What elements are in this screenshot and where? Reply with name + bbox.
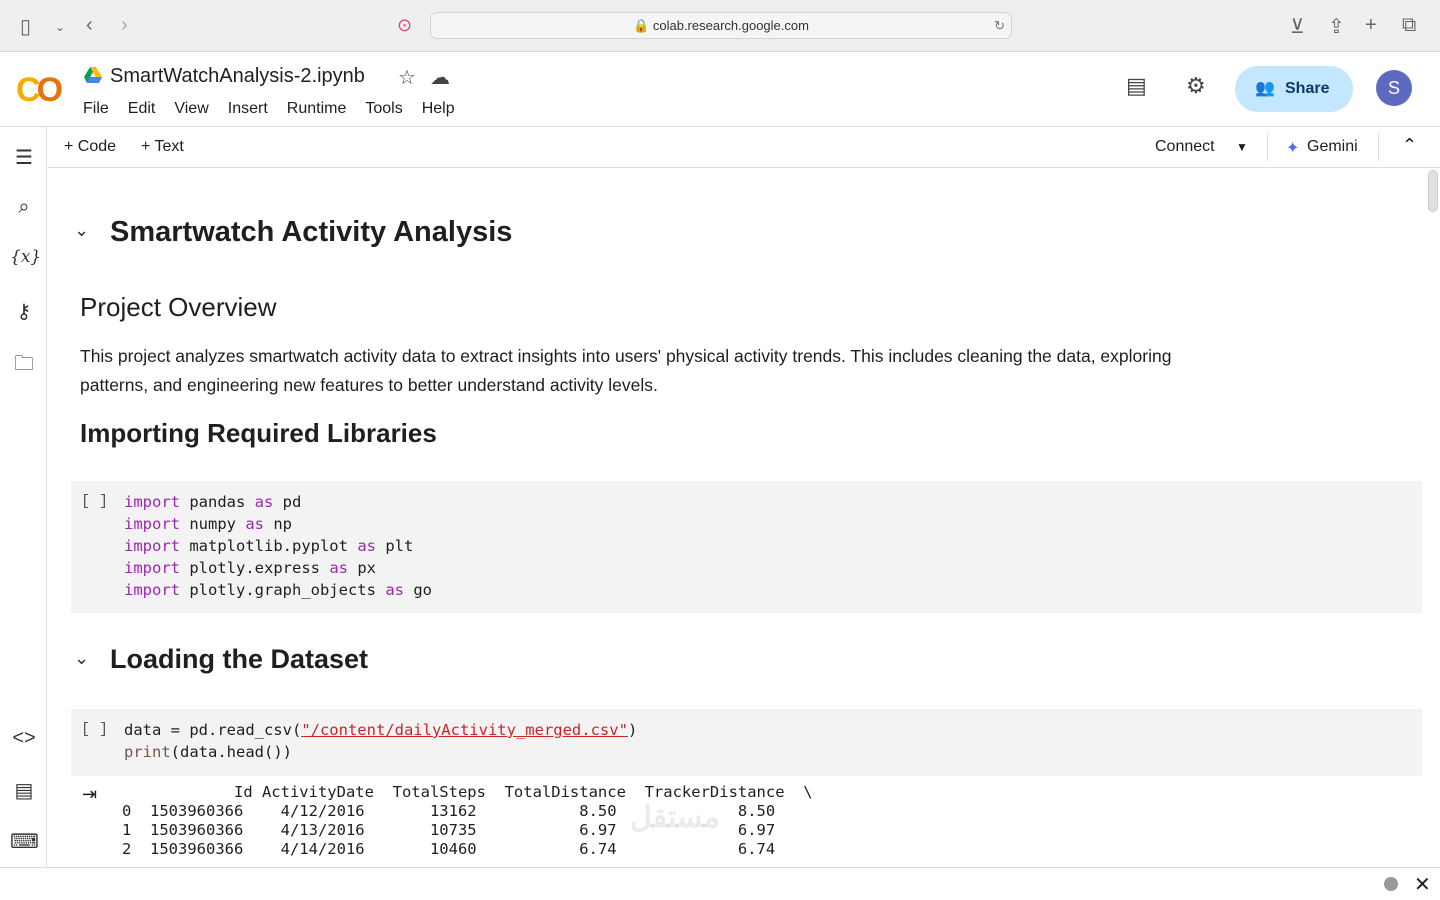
notebook-title[interactable]: SmartWatchAnalysis-2.ipynb bbox=[110, 65, 365, 88]
watermark: مستقل bbox=[630, 801, 720, 834]
variables-icon[interactable]: {x} bbox=[10, 247, 41, 267]
code-keyword: import bbox=[124, 559, 180, 577]
libraries-heading: Importing Required Libraries bbox=[80, 418, 437, 448]
status-dot-icon bbox=[1384, 877, 1398, 891]
gemini-icon: ✦ bbox=[1286, 140, 1300, 157]
code-cell-imports[interactable]: [ ] import pandas as pd import numpy as … bbox=[71, 481, 1422, 613]
connect-dropdown-icon[interactable]: ▼ bbox=[1236, 140, 1248, 154]
menu-help[interactable]: Help bbox=[422, 100, 455, 118]
terminal-icon[interactable]: ⌨ bbox=[10, 829, 39, 854]
notebook-toolbar: + Code + Text Connect ▼ ✦ Gemini ⌃ bbox=[48, 127, 1440, 168]
people-icon: 👥 bbox=[1255, 80, 1275, 97]
add-code-button[interactable]: + Code bbox=[64, 138, 116, 156]
cloud-saved-icon[interactable]: ☁ bbox=[430, 65, 450, 90]
avatar[interactable]: S bbox=[1376, 70, 1412, 106]
add-text-button[interactable]: + Text bbox=[141, 138, 184, 156]
run-cell-button[interactable]: [ ] bbox=[81, 493, 108, 510]
media-icon[interactable]: ⊙ bbox=[397, 15, 412, 36]
reload-icon[interactable]: ↻ bbox=[994, 13, 1005, 39]
code-keyword: as bbox=[245, 515, 264, 533]
gemini-button[interactable]: Gemini bbox=[1307, 138, 1358, 156]
overview-text: This project analyzes smartwatch activit… bbox=[80, 346, 1172, 395]
menu-file[interactable]: File bbox=[83, 100, 109, 118]
google-drive-icon bbox=[84, 67, 102, 83]
comments-icon[interactable]: ▤ bbox=[1126, 73, 1147, 99]
scrollbar[interactable] bbox=[1428, 170, 1438, 212]
chevron-down-icon[interactable]: ⌄ bbox=[55, 20, 65, 34]
code-editor[interactable]: import pandas as pd import numpy as np i… bbox=[124, 491, 432, 601]
colab-logo[interactable]: CO bbox=[16, 71, 63, 110]
code-string: "/content/dailyActivity_merged.csv" bbox=[301, 721, 628, 739]
code-keyword: as bbox=[385, 581, 404, 599]
code-keyword: import bbox=[124, 493, 180, 511]
code-cell-load[interactable]: [ ] data = pd.read_csv("/content/dailyAc… bbox=[71, 709, 1422, 776]
code-token: (data.head()) bbox=[170, 743, 292, 761]
back-icon[interactable]: ‹ bbox=[86, 14, 93, 37]
collapse-chevron-up-icon[interactable]: ⌃ bbox=[1402, 135, 1417, 156]
menu-bar: File Edit View Insert Runtime Tools Help bbox=[83, 100, 474, 118]
code-keyword: as bbox=[254, 493, 274, 511]
forward-icon[interactable]: › bbox=[121, 14, 128, 37]
settings-gear-icon[interactable]: ⚙ bbox=[1186, 73, 1206, 99]
new-tab-icon[interactable]: + bbox=[1365, 14, 1377, 37]
collapse-section-icon[interactable]: ⌄ bbox=[74, 648, 89, 669]
collapse-section-icon[interactable]: ⌄ bbox=[74, 220, 89, 241]
divider bbox=[1267, 133, 1268, 161]
files-folder-icon[interactable]: 🗀 bbox=[10, 349, 38, 383]
notebook-content: ⌄ Smartwatch Activity Analysis Project O… bbox=[48, 168, 1428, 867]
menu-insert[interactable]: Insert bbox=[228, 100, 268, 118]
code-token: data = pd.read_csv( bbox=[124, 721, 302, 739]
code-snippets-icon[interactable]: <> bbox=[10, 727, 38, 750]
loading-heading: Loading the Dataset bbox=[110, 644, 369, 674]
command-palette-icon[interactable]: ▤ bbox=[10, 778, 38, 803]
close-icon[interactable]: ✕ bbox=[1414, 872, 1431, 897]
menu-view[interactable]: View bbox=[174, 100, 208, 118]
address-bar[interactable]: 🔒 colab.research.google.com ↻ bbox=[430, 12, 1012, 39]
code-keyword: import bbox=[124, 581, 180, 599]
divider bbox=[1378, 133, 1379, 161]
left-sidebar: ☰ ⌕ {x} ⚷ 🗀 <> ▤ ⌨ bbox=[0, 127, 47, 867]
status-bar: ✕ bbox=[0, 867, 1440, 900]
code-keyword: import bbox=[124, 537, 180, 555]
code-function: print bbox=[124, 743, 171, 761]
download-icon[interactable]: ⊻ bbox=[1290, 14, 1305, 39]
code-editor[interactable]: data = pd.read_csv("/content/dailyActivi… bbox=[124, 719, 637, 763]
browser-bar: ▯ ⌄ ‹ › ⊙ 🔒 colab.research.google.com ↻ ⊻… bbox=[0, 0, 1440, 52]
run-cell-button[interactable]: [ ] bbox=[81, 721, 108, 738]
menu-runtime[interactable]: Runtime bbox=[287, 100, 347, 118]
output-options-icon[interactable]: ⇥ bbox=[82, 784, 97, 805]
share-icon[interactable]: ⇪ bbox=[1328, 14, 1345, 39]
url-text: colab.research.google.com bbox=[652, 18, 809, 33]
colab-header: CO SmartWatchAnalysis-2.ipynb ☆ ☁ File E… bbox=[0, 53, 1440, 127]
sidebar-toggle-icon[interactable]: ▯ bbox=[20, 14, 31, 39]
overview-heading: Project Overview bbox=[80, 292, 277, 322]
code-keyword: as bbox=[329, 559, 348, 577]
secrets-key-icon[interactable]: ⚷ bbox=[10, 299, 38, 324]
table-of-contents-icon[interactable]: ☰ bbox=[10, 145, 38, 170]
section-heading: Smartwatch Activity Analysis bbox=[110, 216, 513, 248]
star-icon[interactable]: ☆ bbox=[398, 65, 416, 90]
menu-edit[interactable]: Edit bbox=[128, 100, 156, 118]
share-label: Share bbox=[1285, 80, 1330, 97]
share-button[interactable]: 👥 Share bbox=[1235, 66, 1353, 112]
search-icon[interactable]: ⌕ bbox=[10, 196, 38, 219]
menu-tools[interactable]: Tools bbox=[365, 100, 402, 118]
code-token: ) bbox=[627, 721, 638, 739]
connect-button[interactable]: Connect bbox=[1155, 138, 1215, 156]
code-keyword: as bbox=[357, 537, 376, 555]
code-keyword: import bbox=[124, 515, 180, 533]
tabs-overview-icon[interactable]: ⧉ bbox=[1402, 14, 1416, 37]
